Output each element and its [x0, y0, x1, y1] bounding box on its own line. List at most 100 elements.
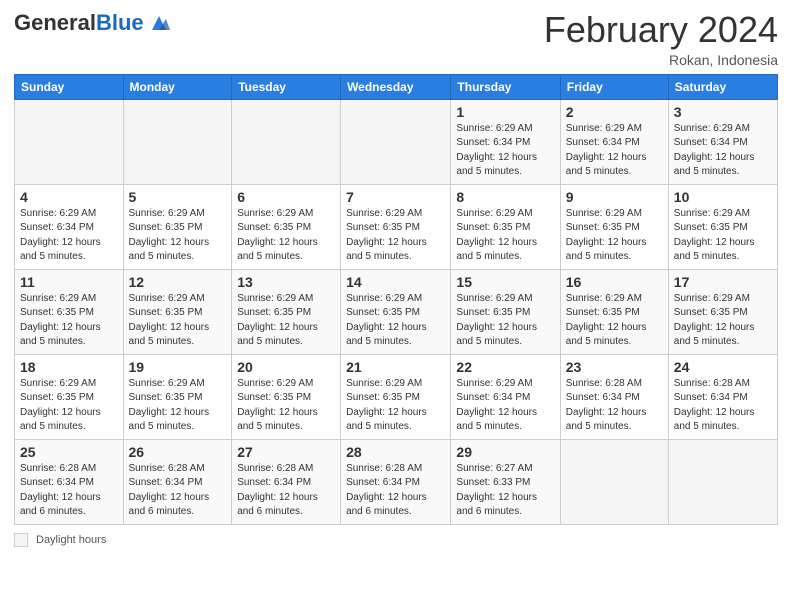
calendar-cell: 17Sunrise: 6:29 AM Sunset: 6:35 PM Dayli… — [668, 269, 777, 354]
calendar-week-row: 1 Sunrise: 6:29 AM Sunset: 6:34 PM Daylig… — [15, 99, 778, 184]
day-info: Sunrise: 6:28 AM Sunset: 6:34 PM Dayligh… — [20, 462, 118, 520]
day-info: Sunrise: 6:29 AM Sunset: 6:35 PM Dayligh… — [237, 377, 335, 435]
day-number: 3 — [674, 104, 772, 120]
day-number: 25 — [20, 444, 118, 460]
day-info: Sunrise: 6:29 AM Sunset: 6:35 PM Dayligh… — [20, 377, 118, 435]
calendar-cell: 22 Sunrise: 6:29 AM Sunset: 6:34 PM Dayli… — [451, 354, 560, 439]
calendar-cell: 21 Sunrise: 6:29 AM Sunset: 6:35 PM Dayli… — [341, 354, 451, 439]
calendar-cell: 1 Sunrise: 6:29 AM Sunset: 6:34 PM Daylig… — [451, 99, 560, 184]
calendar-cell: 24 Sunrise: 6:28 AM Sunset: 6:34 PM Dayli… — [668, 354, 777, 439]
day-info: Sunrise: 6:28 AM Sunset: 6:34 PM Dayligh… — [674, 377, 772, 435]
calendar-day-header: Friday — [560, 74, 668, 99]
day-number: 29 — [456, 444, 554, 460]
calendar-header-row: SundayMondayTuesdayWednesdayThursdayFrid… — [15, 74, 778, 99]
day-info: Sunrise: 6:29 AM Sunset: 6:35 PM Dayligh… — [237, 292, 335, 350]
day-number: 20 — [237, 359, 335, 375]
calendar-cell: 10Sunrise: 6:29 AM Sunset: 6:35 PM Dayli… — [668, 184, 777, 269]
day-number: 22 — [456, 359, 554, 375]
day-info: Sunrise: 6:29 AM Sunset: 6:35 PM Dayligh… — [674, 292, 772, 350]
day-number: 9 — [566, 189, 663, 205]
calendar-day-header: Monday — [123, 74, 232, 99]
calendar-cell: 15Sunrise: 6:29 AM Sunset: 6:35 PM Dayli… — [451, 269, 560, 354]
calendar-cell: 8 Sunrise: 6:29 AM Sunset: 6:35 PM Daylig… — [451, 184, 560, 269]
day-info: Sunrise: 6:29 AM Sunset: 6:35 PM Dayligh… — [346, 377, 445, 435]
day-number: 1 — [456, 104, 554, 120]
day-number: 12 — [129, 274, 227, 290]
month-title: February 2024 — [544, 10, 778, 50]
footer: Daylight hours — [14, 533, 778, 547]
calendar-cell: 19 Sunrise: 6:29 AM Sunset: 6:35 PM Dayli… — [123, 354, 232, 439]
calendar-cell — [341, 99, 451, 184]
day-info: Sunrise: 6:29 AM Sunset: 6:35 PM Dayligh… — [237, 207, 335, 265]
calendar-cell — [123, 99, 232, 184]
page: GeneralBlue February 2024 Rokan, Indones… — [0, 0, 792, 561]
day-number: 21 — [346, 359, 445, 375]
day-info: Sunrise: 6:27 AM Sunset: 6:33 PM Dayligh… — [456, 462, 554, 520]
day-number: 8 — [456, 189, 554, 205]
day-number: 15 — [456, 274, 554, 290]
calendar-cell: 18 Sunrise: 6:29 AM Sunset: 6:35 PM Dayli… — [15, 354, 124, 439]
day-number: 19 — [129, 359, 227, 375]
daylight-box — [14, 533, 28, 547]
calendar-week-row: 11 Sunrise: 6:29 AM Sunset: 6:35 PM Dayli… — [15, 269, 778, 354]
calendar-cell: 13 Sunrise: 6:29 AM Sunset: 6:35 PM Dayli… — [232, 269, 341, 354]
logo-text: GeneralBlue — [14, 10, 170, 36]
logo-icon — [148, 12, 170, 34]
day-number: 6 — [237, 189, 335, 205]
calendar-cell: 16Sunrise: 6:29 AM Sunset: 6:35 PM Dayli… — [560, 269, 668, 354]
calendar-cell: 14 Sunrise: 6:29 AM Sunset: 6:35 PM Dayli… — [341, 269, 451, 354]
day-number: 10 — [674, 189, 772, 205]
calendar-cell — [15, 99, 124, 184]
calendar-week-row: 25 Sunrise: 6:28 AM Sunset: 6:34 PM Dayli… — [15, 439, 778, 524]
day-info: Sunrise: 6:28 AM Sunset: 6:34 PM Dayligh… — [346, 462, 445, 520]
day-number: 2 — [566, 104, 663, 120]
calendar-cell: 9 Sunrise: 6:29 AM Sunset: 6:35 PM Daylig… — [560, 184, 668, 269]
day-number: 28 — [346, 444, 445, 460]
calendar-cell: 11 Sunrise: 6:29 AM Sunset: 6:35 PM Dayli… — [15, 269, 124, 354]
day-number: 16 — [566, 274, 663, 290]
day-info: Sunrise: 6:29 AM Sunset: 6:35 PM Dayligh… — [456, 207, 554, 265]
day-number: 18 — [20, 359, 118, 375]
day-number: 23 — [566, 359, 663, 375]
calendar-cell: 6 Sunrise: 6:29 AM Sunset: 6:35 PM Daylig… — [232, 184, 341, 269]
calendar-cell: 4 Sunrise: 6:29 AM Sunset: 6:34 PM Daylig… — [15, 184, 124, 269]
logo: GeneralBlue — [14, 10, 170, 36]
day-info: Sunrise: 6:29 AM Sunset: 6:35 PM Dayligh… — [20, 292, 118, 350]
day-info: Sunrise: 6:29 AM Sunset: 6:35 PM Dayligh… — [566, 207, 663, 265]
calendar-day-header: Thursday — [451, 74, 560, 99]
day-number: 13 — [237, 274, 335, 290]
calendar-cell: 23 Sunrise: 6:28 AM Sunset: 6:34 PM Dayli… — [560, 354, 668, 439]
calendar-cell — [668, 439, 777, 524]
footer-label: Daylight hours — [36, 534, 106, 546]
calendar-day-header: Tuesday — [232, 74, 341, 99]
day-info: Sunrise: 6:29 AM Sunset: 6:35 PM Dayligh… — [346, 292, 445, 350]
day-info: Sunrise: 6:29 AM Sunset: 6:34 PM Dayligh… — [456, 377, 554, 435]
day-number: 7 — [346, 189, 445, 205]
day-number: 24 — [674, 359, 772, 375]
day-info: Sunrise: 6:28 AM Sunset: 6:34 PM Dayligh… — [566, 377, 663, 435]
calendar-cell: 28 Sunrise: 6:28 AM Sunset: 6:34 PM Dayli… — [341, 439, 451, 524]
day-info: Sunrise: 6:29 AM Sunset: 6:35 PM Dayligh… — [346, 207, 445, 265]
calendar-day-header: Wednesday — [341, 74, 451, 99]
calendar-cell: 2 Sunrise: 6:29 AM Sunset: 6:34 PM Daylig… — [560, 99, 668, 184]
day-info: Sunrise: 6:29 AM Sunset: 6:34 PM Dayligh… — [456, 122, 554, 180]
calendar-cell: 25 Sunrise: 6:28 AM Sunset: 6:34 PM Dayli… — [15, 439, 124, 524]
calendar: SundayMondayTuesdayWednesdayThursdayFrid… — [14, 74, 778, 525]
header: GeneralBlue February 2024 Rokan, Indones… — [14, 10, 778, 68]
day-info: Sunrise: 6:29 AM Sunset: 6:34 PM Dayligh… — [674, 122, 772, 180]
day-info: Sunrise: 6:29 AM Sunset: 6:34 PM Dayligh… — [20, 207, 118, 265]
calendar-cell: 26Sunrise: 6:28 AM Sunset: 6:34 PM Dayli… — [123, 439, 232, 524]
location: Rokan, Indonesia — [544, 52, 778, 68]
calendar-cell: 27Sunrise: 6:28 AM Sunset: 6:34 PM Dayli… — [232, 439, 341, 524]
day-number: 11 — [20, 274, 118, 290]
calendar-cell: 5Sunrise: 6:29 AM Sunset: 6:35 PM Daylig… — [123, 184, 232, 269]
calendar-week-row: 4 Sunrise: 6:29 AM Sunset: 6:34 PM Daylig… — [15, 184, 778, 269]
day-info: Sunrise: 6:29 AM Sunset: 6:34 PM Dayligh… — [566, 122, 663, 180]
day-number: 14 — [346, 274, 445, 290]
day-number: 4 — [20, 189, 118, 205]
calendar-cell: 7 Sunrise: 6:29 AM Sunset: 6:35 PM Daylig… — [341, 184, 451, 269]
day-info: Sunrise: 6:28 AM Sunset: 6:34 PM Dayligh… — [129, 462, 227, 520]
day-info: Sunrise: 6:29 AM Sunset: 6:35 PM Dayligh… — [129, 377, 227, 435]
calendar-cell — [232, 99, 341, 184]
day-info: Sunrise: 6:29 AM Sunset: 6:35 PM Dayligh… — [129, 292, 227, 350]
